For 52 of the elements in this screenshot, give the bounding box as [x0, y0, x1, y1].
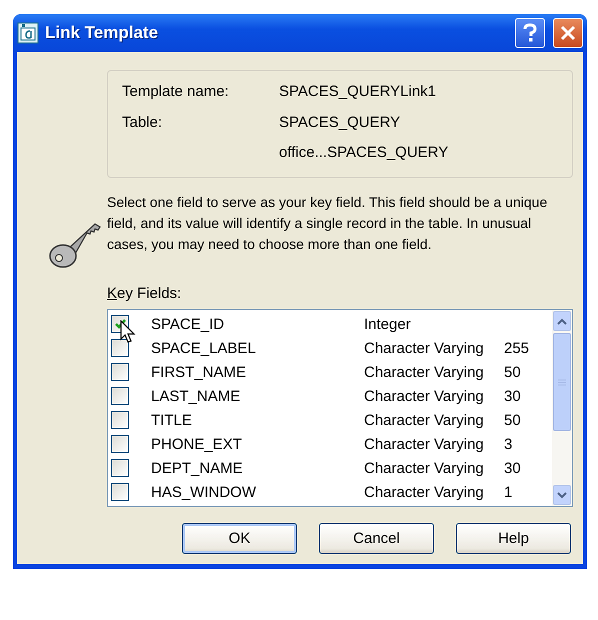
checkmark-icon	[114, 318, 126, 330]
field-name: SPACE_LABEL	[151, 340, 257, 356]
app-icon	[17, 22, 39, 44]
field-type: Character Varying	[364, 412, 485, 428]
checkbox[interactable]	[111, 387, 129, 405]
question-mark-icon	[521, 23, 539, 43]
field-type: Character Varying	[364, 340, 485, 356]
checkbox[interactable]	[111, 363, 129, 381]
field-size: 3	[504, 436, 512, 452]
dialog-button[interactable]: OK	[182, 523, 297, 554]
close-button[interactable]	[553, 18, 583, 48]
dialog-button[interactable]: Help	[456, 523, 571, 554]
field-name: SPACE_ID	[151, 316, 226, 332]
field-size: 1	[504, 484, 512, 500]
field-name: TITLE	[151, 412, 193, 428]
field-size: 50	[504, 412, 521, 428]
info-value: SPACES_QUERY	[279, 114, 400, 130]
field-size: 30	[504, 388, 521, 404]
scroll-thumb[interactable]	[553, 333, 571, 431]
scroll-down-button[interactable]	[553, 485, 571, 505]
checkbox[interactable]	[111, 459, 129, 477]
field-type: Character Varying	[364, 364, 485, 380]
help-button[interactable]	[515, 18, 545, 48]
field-name: HAS_WINDOW	[151, 484, 257, 500]
field-name: FIRST_NAME	[151, 364, 248, 380]
mouse-pointer-icon	[120, 320, 136, 344]
field-type: Character Varying	[364, 484, 485, 500]
info-value: office...SPACES_QUERY	[279, 144, 448, 162]
checkbox[interactable]	[111, 435, 129, 453]
field-type: Character Varying	[364, 436, 485, 452]
checkbox[interactable]	[111, 411, 129, 429]
field-size: 255	[504, 340, 530, 356]
scroll-up-button[interactable]	[553, 311, 571, 331]
field-type: Character Varying	[364, 388, 485, 404]
description-text: Select one field to serve as your key field. This field should be a unique field, and its value will identify a single record in the table. In unusual cases, you may need to choose more than one field.	[107, 193, 548, 254]
info-value: SPACES_QUERYLink1	[279, 82, 436, 100]
field-name: LAST_NAME	[151, 388, 242, 404]
field-name: DEPT_NAME	[151, 460, 244, 476]
close-icon	[559, 24, 577, 42]
info-label: Table:	[122, 114, 164, 130]
checkbox[interactable]	[111, 339, 129, 357]
field-type: Integer	[364, 316, 412, 332]
field-type: Character Varying	[364, 460, 485, 476]
field-size: 50	[504, 364, 521, 380]
scrollbar[interactable]	[552, 310, 572, 506]
info-label: Template name:	[122, 82, 230, 100]
window-title: Link Template	[45, 23, 160, 43]
key-fields-label: Key Fields:	[107, 285, 182, 302]
checkbox[interactable]	[111, 483, 129, 501]
field-size: 30	[504, 460, 521, 476]
field-name: PHONE_EXT	[151, 436, 243, 452]
dialog-button[interactable]: Cancel	[319, 523, 434, 554]
